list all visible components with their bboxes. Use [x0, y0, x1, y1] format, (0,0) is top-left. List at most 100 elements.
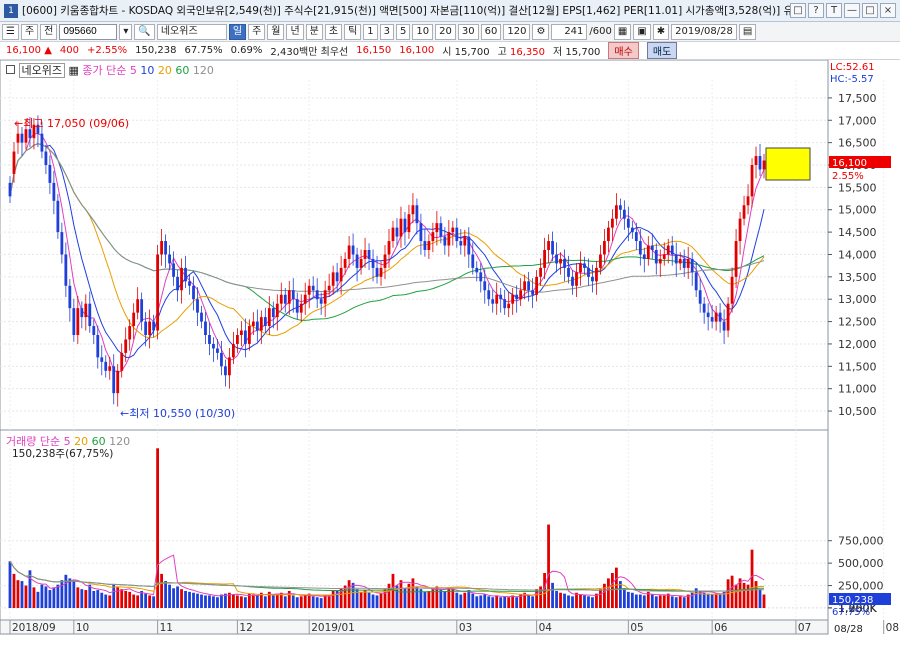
volume-bar	[447, 587, 451, 608]
volume-bar	[351, 582, 355, 608]
candle-body	[662, 254, 666, 259]
candle-body	[591, 276, 594, 282]
quote-bar: 16,100 ▲ 400 +2.55% 150,238 67.75% 0.69%…	[0, 42, 900, 60]
price-legend-expand-icon[interactable]: ▦	[68, 64, 78, 77]
minute-5[interactable]: 5	[396, 23, 411, 40]
hc-label: HC:-5.57	[830, 74, 874, 85]
candle-body	[742, 205, 746, 219]
app-icon: 1	[4, 3, 18, 18]
candle-body	[200, 312, 203, 322]
candle-body	[76, 308, 80, 335]
candle-body	[80, 308, 84, 318]
candle-body	[88, 303, 92, 327]
help-button[interactable]: ?	[808, 3, 824, 18]
candle-body	[674, 254, 678, 264]
volume-bar	[587, 596, 590, 608]
volume-bar	[575, 592, 578, 608]
volume-bar	[319, 598, 323, 608]
volume-bar	[495, 595, 499, 608]
candle-body	[363, 250, 367, 259]
search-icon[interactable]: 🔍	[134, 23, 155, 40]
interval-month[interactable]: 월	[267, 23, 285, 40]
volume-tick-label: 250,000	[838, 580, 884, 593]
title-toggle-button[interactable]: T	[826, 3, 842, 18]
volume-bar	[104, 594, 108, 608]
minute-10[interactable]: 10	[412, 23, 434, 40]
candle-body	[251, 321, 255, 327]
candle-body	[519, 290, 523, 300]
close-button[interactable]: ×	[880, 3, 896, 18]
interval-year[interactable]: 년	[286, 23, 304, 40]
volume-bar	[654, 596, 658, 608]
minute-60[interactable]: 60	[480, 23, 502, 40]
candle-body	[351, 245, 355, 255]
stock-code-input[interactable]	[59, 23, 118, 40]
interval-tick[interactable]: 틱	[344, 23, 362, 40]
candle-body	[315, 290, 319, 300]
volume-bar	[674, 597, 678, 608]
sell-button[interactable]: 매도	[646, 42, 678, 59]
calendar-icon[interactable]: ▤	[738, 23, 757, 40]
buy-button[interactable]: 매수	[608, 42, 639, 59]
candle-body	[172, 263, 175, 277]
volume-bar	[263, 596, 267, 608]
volume-bar	[591, 597, 594, 608]
candle-body	[236, 335, 239, 344]
minute-20[interactable]: 20	[435, 23, 456, 40]
candle-body	[762, 160, 766, 170]
volume-bar	[706, 593, 710, 608]
minute-120[interactable]: 120	[503, 23, 531, 40]
gear-icon[interactable]: ✱	[652, 23, 670, 40]
volume-bar	[176, 586, 179, 608]
date-input[interactable]: 2019/08/28	[671, 23, 737, 40]
candle-body	[311, 285, 315, 291]
interval-day[interactable]: 일	[228, 23, 247, 40]
volume-value: 150,238	[135, 45, 177, 56]
candle-body	[100, 357, 104, 362]
chart-area[interactable]: 17,50017,00016,50016,00015,50015,00014,5…	[0, 59, 900, 650]
volume-bar	[32, 587, 36, 608]
minute-1[interactable]: 1	[363, 23, 378, 40]
count-input[interactable]: 241	[551, 23, 588, 40]
maximize-button[interactable]: □	[862, 3, 878, 18]
window-option-button[interactable]: □	[790, 3, 806, 18]
settings-icon[interactable]: ⚙	[532, 23, 550, 40]
price-legend: 네오위즈 ▦ 종가 단순 5 10 20 60 120	[6, 62, 214, 78]
volume-bar	[459, 594, 463, 608]
candle-body	[443, 236, 447, 246]
minimize-button[interactable]: —	[844, 3, 860, 18]
candle-body	[435, 223, 439, 233]
candle-body	[28, 129, 32, 139]
candle-body	[495, 294, 499, 304]
menu-icon[interactable]: ☰	[2, 23, 19, 40]
candle-body	[124, 339, 128, 353]
interval-second[interactable]: 초	[324, 23, 343, 40]
grid-icon[interactable]: ▦	[613, 23, 632, 40]
volume-bar	[216, 597, 219, 608]
legend-box-icon[interactable]	[6, 65, 15, 74]
interval-week[interactable]: 주	[248, 23, 266, 40]
volume-bar	[148, 595, 152, 608]
period-button-all[interactable]: 전	[40, 23, 58, 40]
candle-body	[347, 245, 351, 259]
volume-bar	[12, 573, 16, 608]
count-total: /600	[589, 26, 612, 37]
minute-30[interactable]: 30	[457, 23, 479, 40]
save-icon[interactable]: ▣	[633, 23, 651, 40]
window-buttons: □ ? T — □ ×	[790, 3, 896, 18]
volume-bar	[607, 578, 610, 608]
candle-body	[307, 285, 311, 295]
candlestick-chart[interactable]: 17,50017,00016,50016,00015,50015,00014,5…	[0, 59, 900, 650]
minute-3[interactable]: 3	[379, 23, 395, 40]
interval-minute[interactable]: 분	[305, 23, 323, 40]
candle-body	[375, 267, 379, 277]
candle-body	[295, 299, 299, 313]
candle-body	[539, 267, 542, 277]
period-button-week[interactable]: 주	[20, 23, 39, 40]
volume-bar	[403, 588, 407, 608]
candle-body	[599, 254, 602, 268]
volume-bar	[108, 595, 112, 608]
volume-bar	[188, 591, 191, 608]
code-dropdown-icon[interactable]: ▾	[119, 23, 133, 40]
x-axis-bar	[0, 619, 829, 635]
